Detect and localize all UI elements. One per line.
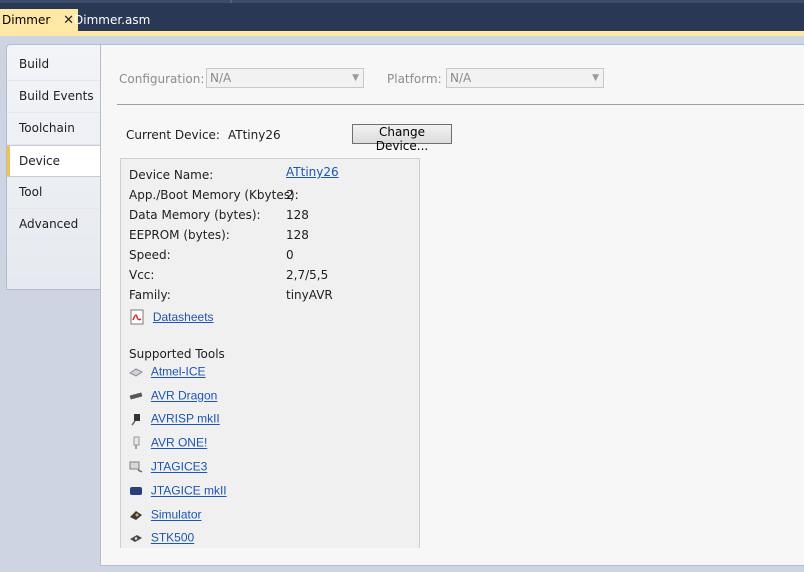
current-device-row: Current Device: ATtiny26 xyxy=(126,128,281,142)
doc-tab-dimmer[interactable]: Dimmer ✕ xyxy=(0,9,79,31)
current-device-value: ATtiny26 xyxy=(227,128,281,142)
tab-advanced[interactable]: Advanced xyxy=(7,209,102,241)
change-device-button[interactable]: Change Device... xyxy=(352,124,452,153)
tab-label: Toolchain xyxy=(19,121,75,135)
chevron-down-icon: ▼ xyxy=(592,73,599,83)
atmel-ice-icon xyxy=(129,367,143,377)
doc-tab-label: Dimmer xyxy=(2,13,51,27)
tab-tool[interactable]: Tool xyxy=(7,177,102,209)
tool-row: AVR Dragon xyxy=(129,388,217,406)
datasheets-link[interactable]: Datasheets xyxy=(153,310,214,324)
tool-link-simulator[interactable]: Simulator xyxy=(151,508,202,522)
jtagice3-icon xyxy=(129,461,143,473)
tool-link-stk500[interactable]: STK500 xyxy=(151,531,194,545)
tool-row: Simulator xyxy=(129,507,202,525)
family-value: tinyAVR xyxy=(286,288,333,302)
tool-link-avr-one[interactable]: AVR ONE! xyxy=(151,436,207,450)
tab-label: Device xyxy=(19,154,61,168)
eeprom-value: 128 xyxy=(286,228,309,242)
data-memory-label: Data Memory (bytes): xyxy=(129,208,261,222)
platform-label: Platform: xyxy=(387,72,442,86)
device-info-box: Device Name: ATtiny26 App./Boot Memory (… xyxy=(120,158,420,548)
device-name-link[interactable]: ATtiny26 xyxy=(286,165,339,179)
tab-device[interactable]: Device xyxy=(7,145,103,177)
document-tab-strip: Dimmer ✕ Dimmer.asm xyxy=(0,0,804,36)
doc-tab-label: Dimmer.asm xyxy=(74,13,151,27)
platform-value: N/A xyxy=(450,71,472,85)
avr-dragon-icon xyxy=(129,392,143,399)
datasheets-row: Datasheets xyxy=(129,309,214,327)
family-label: Family: xyxy=(129,288,171,302)
tool-row: JTAGICE3 xyxy=(129,459,207,477)
configuration-label: Configuration: xyxy=(119,72,205,86)
tool-link-atmel-ice[interactable]: Atmel-ICE xyxy=(151,365,206,379)
tab-label: Tool xyxy=(19,185,43,199)
tool-row: STK500 xyxy=(129,530,194,548)
active-tab-accent-bar xyxy=(0,31,804,36)
avrisp-icon xyxy=(131,413,140,425)
tool-link-avrisp-mkii[interactable]: AVRISP mkII xyxy=(151,412,220,426)
tool-row: AVRISP mkII xyxy=(129,411,220,429)
tool-link-jtagice3[interactable]: JTAGICE3 xyxy=(151,460,207,474)
doc-tab-dimmer-asm[interactable]: Dimmer.asm xyxy=(68,9,156,31)
separator-line xyxy=(117,104,804,105)
boot-memory-value: 2 xyxy=(286,188,294,202)
data-memory-value: 128 xyxy=(286,208,309,222)
speed-value: 0 xyxy=(286,248,294,262)
supported-tools-heading: Supported Tools xyxy=(129,347,225,361)
tool-row: Atmel-ICE xyxy=(129,364,206,382)
simulator-icon xyxy=(130,510,142,520)
device-name-label: Device Name: xyxy=(129,168,214,182)
speed-label: Speed: xyxy=(129,248,171,262)
configuration-value: N/A xyxy=(210,71,232,85)
tab-label: Advanced xyxy=(19,217,79,231)
eeprom-label: EEPROM (bytes): xyxy=(129,228,230,242)
vcc-label: Vcc: xyxy=(129,268,155,282)
device-settings-panel: Configuration: N/A ▼ Platform: N/A ▼ Cur… xyxy=(100,44,804,566)
chevron-down-icon: ▼ xyxy=(352,73,359,83)
tabstrip-divider xyxy=(230,0,232,3)
tab-build[interactable]: Build xyxy=(7,49,102,81)
tab-toolchain[interactable]: Toolchain xyxy=(7,113,102,145)
configuration-row: Configuration: N/A ▼ Platform: N/A ▼ xyxy=(101,68,804,90)
tabstrip-top-border xyxy=(0,0,804,3)
tool-link-avr-dragon[interactable]: AVR Dragon xyxy=(151,389,217,403)
property-page-tabs: Build Build Events Toolchain Device Tool… xyxy=(6,44,103,290)
tool-row: AVR ONE! xyxy=(129,435,207,453)
pdf-icon xyxy=(130,309,144,325)
current-device-label: Current Device: xyxy=(126,128,220,142)
vcc-value: 2,7/5,5 xyxy=(286,268,329,282)
tool-link-jtagice-mkii[interactable]: JTAGICE mkII xyxy=(151,484,227,498)
jtagice-mkii-icon xyxy=(130,486,142,495)
tab-build-events[interactable]: Build Events xyxy=(7,81,102,113)
platform-select[interactable]: N/A ▼ xyxy=(446,68,604,88)
boot-memory-label: App./Boot Memory (Kbytes): xyxy=(129,188,299,202)
stk500-icon xyxy=(130,534,142,542)
tab-label: Build Events xyxy=(19,89,94,103)
avr-one-icon xyxy=(133,436,140,449)
tool-row: JTAGICE mkII xyxy=(129,483,227,501)
configuration-select[interactable]: N/A ▼ xyxy=(206,68,364,88)
tab-label: Build xyxy=(19,57,50,71)
